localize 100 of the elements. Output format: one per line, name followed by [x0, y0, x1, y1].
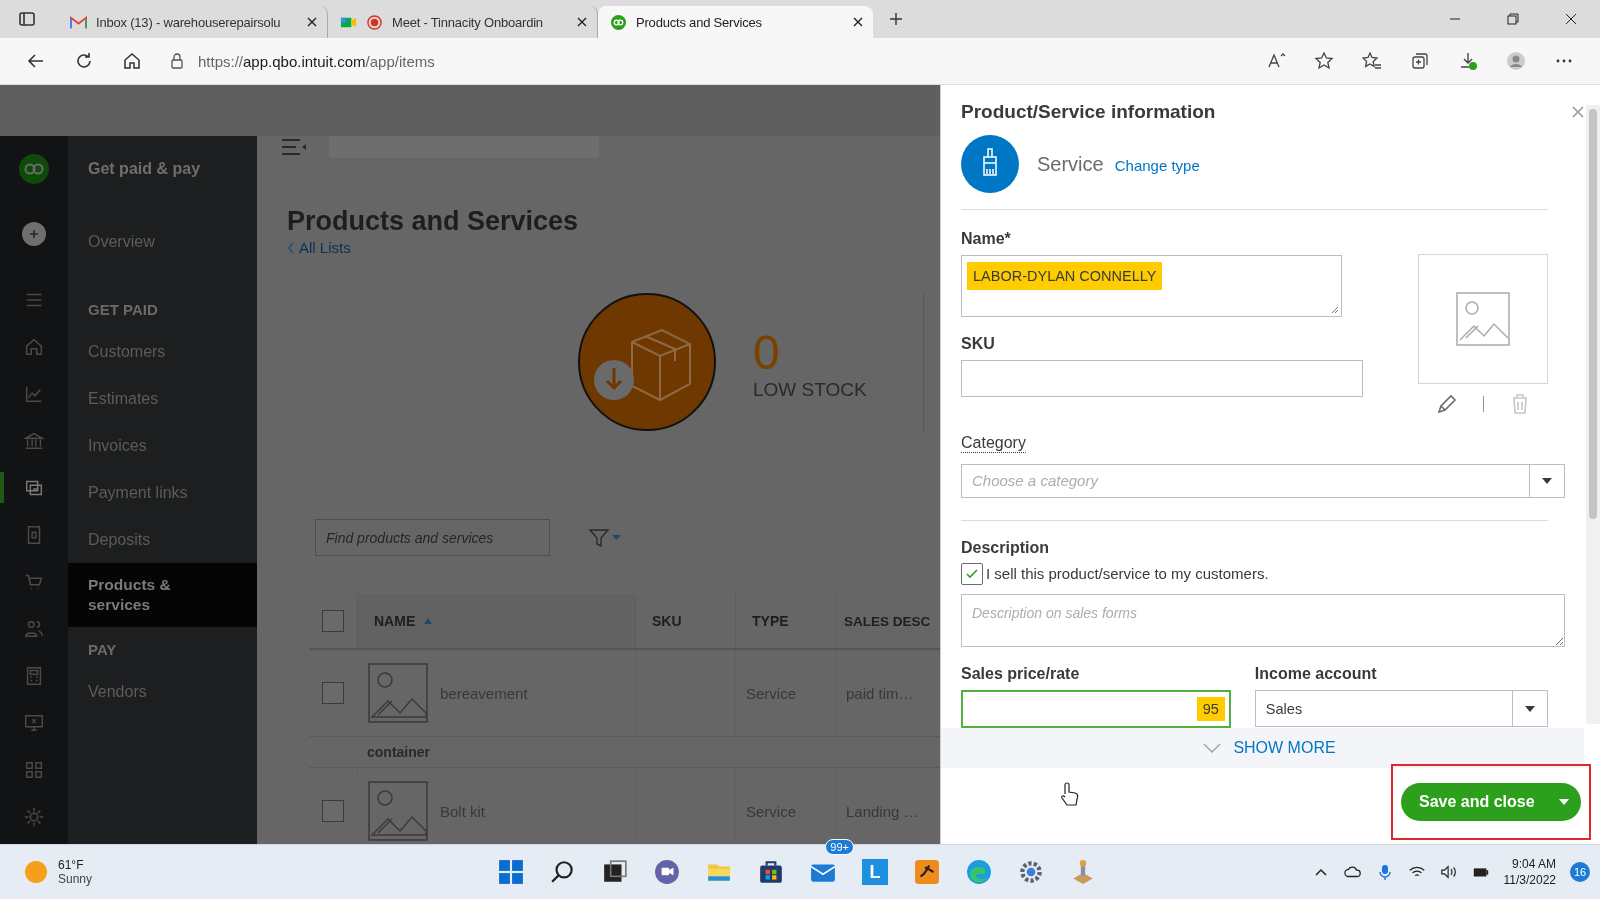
lock-icon: [170, 53, 184, 69]
tab-list-icon[interactable]: [18, 10, 36, 28]
close-icon[interactable]: [853, 17, 863, 27]
row-checkbox[interactable]: [322, 800, 344, 822]
sidebar-item[interactable]: Estimates: [68, 375, 257, 422]
box-icon: [577, 292, 717, 432]
checkbox[interactable]: [961, 562, 983, 585]
row-checkbox[interactable]: [322, 682, 344, 704]
scrollbar[interactable]: [1586, 105, 1600, 724]
name-value: LABOR-DYLAN CONNELLY: [967, 261, 1163, 290]
description-field[interactable]: Description on sales forms: [961, 593, 1565, 647]
column-header[interactable]: TYPE: [735, 594, 835, 648]
home-icon[interactable]: [122, 51, 142, 71]
tab-title: Products and Services: [636, 14, 763, 30]
close-icon[interactable]: [1565, 13, 1577, 25]
checkbox-label: I sell this product/service to my customers.: [986, 565, 1269, 583]
app-icon[interactable]: [914, 859, 940, 885]
gear-icon[interactable]: [1018, 859, 1044, 885]
sidebar-item[interactable]: Invoices: [68, 422, 257, 469]
logo-icon[interactable]: [19, 154, 49, 184]
collections-icon[interactable]: [1410, 51, 1430, 71]
clock-time[interactable]: 9:04 AM: [1511, 856, 1556, 872]
page-title: Products and Services: [287, 206, 580, 237]
refresh-icon[interactable]: [74, 51, 94, 71]
plus-icon[interactable]: [22, 222, 46, 246]
download-icon[interactable]: [1458, 51, 1478, 71]
section-heading: PAY: [87, 640, 118, 660]
task-view-icon[interactable]: [602, 859, 628, 885]
clock-date[interactable]: 11/3/2022: [1503, 872, 1556, 888]
collapse-menu-icon[interactable]: [281, 138, 307, 156]
placeholder-text: Choose a category: [971, 472, 1100, 490]
filter-icon[interactable]: [588, 527, 622, 548]
sun-icon: [24, 860, 48, 884]
speaker-icon[interactable]: [1439, 864, 1458, 880]
app-icon[interactable]: L: [862, 859, 888, 885]
income-account-dropdown[interactable]: Sales: [1254, 690, 1548, 727]
sidebar-item[interactable]: Customers: [68, 328, 257, 375]
url-text[interactable]: https://app.qbo.intuit.com/app/items: [198, 52, 435, 70]
show-more-button[interactable]: SHOW MORE: [1203, 739, 1336, 757]
field-label: Category: [961, 433, 1026, 453]
start-icon[interactable]: [498, 859, 524, 885]
weather-condition: Sunny: [58, 872, 93, 886]
category-dropdown[interactable]: Choose a category: [961, 463, 1565, 498]
recording-icon: [366, 14, 383, 30]
price-value: 95: [1196, 697, 1225, 721]
price-field[interactable]: 95: [961, 690, 1231, 728]
column-header[interactable]: NAME: [357, 594, 635, 648]
caret-icon: [1559, 799, 1569, 805]
active-indicator: [0, 472, 4, 503]
notification-badge: 99+: [825, 839, 854, 855]
image-placeholder-icon: [368, 781, 428, 841]
browser-tab[interactable]: Products and Services: [598, 6, 873, 38]
cloud-icon[interactable]: [1343, 864, 1362, 880]
sidebar-item[interactable]: Products & services: [68, 563, 257, 627]
tab-title: Inbox (13) - warehouserepairsolu: [96, 14, 282, 30]
name-field[interactable]: LABOR-DYLAN CONNELLY: [961, 254, 1342, 317]
joystick-icon[interactable]: [1070, 859, 1096, 885]
save-and-close-button[interactable]: Save and close: [1401, 783, 1581, 821]
browser-icon[interactable]: [966, 859, 992, 885]
profile-icon[interactable]: [1506, 51, 1526, 71]
sidebar-title: Get paid & pay: [87, 159, 202, 179]
stat-label: LOW STOCK: [753, 379, 867, 401]
notification-count[interactable]: 16: [1570, 862, 1590, 882]
temperature: 61°F: [58, 858, 85, 872]
checkmark-icon: [966, 568, 978, 579]
back-link[interactable]: All Lists: [287, 239, 351, 256]
section-heading: GET PAID: [87, 300, 159, 320]
field-label: Income account: [1254, 665, 1378, 683]
tab-title: Meet - Tinnacity Onboardin: [392, 14, 544, 30]
caret-icon: [1525, 705, 1535, 712]
chat-icon[interactable]: [654, 859, 680, 885]
caret-icon: [1542, 477, 1552, 484]
panel-title: Product/Service information: [961, 101, 1216, 123]
new-tab-icon[interactable]: [889, 12, 903, 26]
restore-icon[interactable]: [1507, 13, 1519, 25]
store-icon[interactable]: [758, 859, 784, 885]
group-label: container: [367, 744, 430, 760]
brush-icon: [961, 135, 1019, 193]
column-header[interactable]: SKU: [635, 594, 735, 648]
stat-value: 0: [753, 329, 781, 377]
sidebar-item[interactable]: Deposits: [68, 516, 257, 563]
search-icon[interactable]: [550, 859, 576, 885]
favorites-icon[interactable]: [1362, 51, 1382, 71]
field-label: Sales price/rate: [961, 665, 1081, 683]
sidebar-item[interactable]: Payment links: [68, 469, 257, 516]
close-icon[interactable]: [307, 17, 317, 27]
image-placeholder-icon: [368, 663, 428, 723]
sidebar-item[interactable]: Overview: [68, 218, 257, 265]
search-field[interactable]: Find products and services: [315, 519, 550, 556]
sku-field[interactable]: [961, 359, 1363, 397]
close-icon[interactable]: [577, 17, 587, 27]
sidebar-item[interactable]: Vendors: [68, 668, 257, 715]
column-header[interactable]: SALES DESC: [835, 594, 939, 648]
gear-icon[interactable]: [23, 805, 45, 828]
change-type-link[interactable]: Change type: [1114, 157, 1200, 174]
select-all-checkbox[interactable]: [322, 610, 344, 632]
star-icon[interactable]: [1314, 51, 1334, 71]
item-type: Service: [1037, 152, 1104, 176]
image-placeholder-icon: [1456, 291, 1510, 346]
field-label: Description: [961, 538, 1050, 557]
